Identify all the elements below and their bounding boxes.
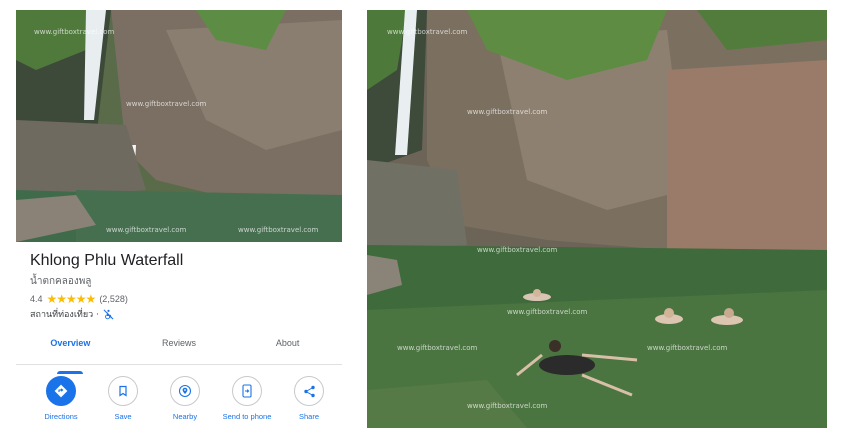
send-to-phone-icon: [232, 376, 262, 406]
photo-watermark: www.giftboxtravel.com: [467, 402, 548, 410]
action-bar: Directions Save Nearby Send to phone Sha…: [30, 376, 340, 421]
photo-watermark: www.giftboxtravel.com: [647, 344, 728, 352]
photo-watermark: www.giftboxtravel.com: [126, 100, 207, 108]
photo-watermark: www.giftboxtravel.com: [238, 226, 319, 234]
nearby-button[interactable]: Nearby: [154, 376, 216, 421]
tab-overview[interactable]: Overview: [16, 332, 125, 374]
photo-watermark: www.giftboxtravel.com: [34, 28, 115, 36]
rating-row[interactable]: 4.4 ★★★★★ (2,528): [30, 292, 128, 306]
waterfall-photo-small: [16, 10, 342, 242]
tab-reviews[interactable]: Reviews: [125, 332, 234, 364]
directions-label: Directions: [44, 412, 78, 421]
nearby-label: Nearby: [172, 412, 198, 421]
no-wheelchair-icon: [103, 309, 114, 320]
category-row: สถานที่ท่องเที่ยว ·: [30, 307, 114, 321]
send-to-phone-button[interactable]: Send to phone: [216, 376, 278, 421]
directions-button[interactable]: Directions: [30, 376, 92, 421]
send-to-phone-label: Send to phone: [222, 412, 272, 421]
place-tabs: Overview Reviews About: [16, 332, 342, 374]
photo-watermark: www.giftboxtravel.com: [387, 28, 468, 36]
place-title: Khlong Phlu Waterfall: [30, 252, 184, 269]
place-subtitle: น้ำตกคลองพลู: [30, 276, 92, 287]
place-photo[interactable]: www.giftboxtravel.com www.giftboxtravel.…: [16, 10, 342, 242]
place-panel: www.giftboxtravel.com www.giftboxtravel.…: [16, 10, 342, 435]
place-category: สถานที่ท่องเที่ยว ·: [30, 310, 99, 320]
photo-watermark: www.giftboxtravel.com: [467, 108, 548, 116]
share-icon: [294, 376, 324, 406]
share-label: Share: [298, 412, 319, 421]
photo-watermark: www.giftboxtravel.com: [477, 246, 558, 254]
bookmark-icon: [108, 376, 138, 406]
tab-about[interactable]: About: [233, 332, 342, 364]
photo-watermark: www.giftboxtravel.com: [397, 344, 478, 352]
rating-value: 4.4: [30, 294, 43, 304]
photo-watermark: www.giftboxtravel.com: [507, 308, 588, 316]
nearby-icon: [170, 376, 200, 406]
review-count[interactable]: (2,528): [99, 294, 128, 304]
star-rating-icon: ★★★★★: [46, 292, 97, 306]
save-button[interactable]: Save: [92, 376, 154, 421]
waterfall-photo-large: [367, 10, 827, 428]
share-button[interactable]: Share: [278, 376, 340, 421]
save-label: Save: [114, 412, 132, 421]
directions-icon: [46, 376, 76, 406]
photo-watermark: www.giftboxtravel.com: [106, 226, 187, 234]
large-photo[interactable]: www.giftboxtravel.com www.giftboxtravel.…: [367, 10, 827, 428]
